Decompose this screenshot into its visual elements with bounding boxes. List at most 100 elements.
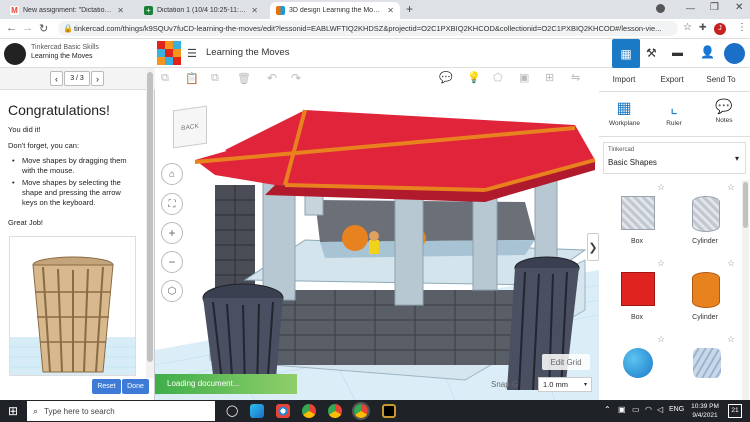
lesson-scrollbar[interactable] bbox=[146, 68, 154, 378]
zoom-out-icon[interactable]: − bbox=[161, 251, 183, 273]
design-title[interactable]: Learning the Moves bbox=[206, 47, 289, 58]
favorite-star-icon[interactable]: ☆ bbox=[727, 258, 735, 269]
shape-box-red[interactable]: Box bbox=[607, 264, 667, 334]
tab-classroom[interactable]: + Dictation 1 (10/4 10:25-11:05) ✕ bbox=[138, 2, 264, 19]
tray-up-icon[interactable]: ⌃ bbox=[604, 405, 611, 414]
snap-grid-select[interactable]: 1.0 mm ▾ bbox=[538, 377, 592, 392]
windows-start-icon[interactable]: ⊞ bbox=[8, 404, 18, 418]
list-item: • Move shapes by selecting the shape and … bbox=[12, 178, 121, 207]
battery-icon[interactable]: ▭ bbox=[632, 405, 640, 414]
shape-box-gray[interactable]: Box bbox=[607, 188, 667, 258]
chrome-icon-2[interactable] bbox=[302, 404, 316, 418]
workplane-canvas[interactable]: ⧉ 📋 ⧉ 🗑 ↶ ↷ 💬 💡 ⬠ ▣ ⊞ ⇋ BACK ⌂ ⛶ + − ⬡ ❯… bbox=[155, 68, 599, 400]
light-icon[interactable]: 💡 bbox=[467, 71, 481, 84]
3d-scene[interactable] bbox=[155, 90, 599, 400]
url-text: tinkercad.com/things/k9SQUv7fuCD-learnin… bbox=[74, 24, 662, 33]
duplicate-icon[interactable]: ⧉ bbox=[211, 72, 219, 85]
task-view-icon[interactable]: ◯ bbox=[226, 404, 238, 417]
box-hole-icon bbox=[621, 196, 655, 230]
undo-icon[interactable]: ↶ bbox=[267, 71, 277, 85]
new-tab-button[interactable]: + bbox=[406, 2, 413, 16]
workplane-tool[interactable]: ▦ Workplane bbox=[609, 98, 640, 127]
close-tab-icon[interactable]: ✕ bbox=[251, 6, 258, 15]
paste-icon[interactable]: 📋 bbox=[185, 72, 199, 85]
shape-cylinder-orange[interactable]: Cylinder bbox=[675, 264, 735, 334]
close-tab-icon[interactable]: ✕ bbox=[117, 6, 124, 15]
edit-grid-button[interactable]: Edit Grid bbox=[542, 354, 590, 370]
lock-icon: 🔒 bbox=[63, 24, 73, 33]
zoom-in-icon[interactable]: + bbox=[161, 222, 183, 244]
perspective-icon[interactable]: ⬡ bbox=[161, 280, 183, 302]
import-button[interactable]: Import bbox=[606, 71, 642, 88]
send-to-button[interactable]: Send To bbox=[702, 71, 740, 88]
comment-icon[interactable]: 💬 bbox=[439, 71, 453, 84]
briefcase-icon[interactable]: ▬ bbox=[672, 47, 683, 59]
favorite-star-icon[interactable]: ☆ bbox=[657, 182, 665, 193]
favorite-star-icon[interactable]: ☆ bbox=[657, 334, 665, 345]
forward-arrow-icon[interactable]: → bbox=[22, 22, 33, 34]
close-tab-icon[interactable]: ✕ bbox=[387, 6, 394, 15]
view-cube[interactable]: BACK bbox=[173, 105, 207, 149]
chrome-icon-active[interactable] bbox=[352, 402, 370, 420]
volume-icon[interactable]: ◁ bbox=[657, 405, 663, 414]
align-icon[interactable]: ⊞ bbox=[545, 71, 554, 84]
chrome-icon-3[interactable] bbox=[328, 404, 342, 418]
back-arrow-icon[interactable]: ← bbox=[6, 22, 17, 34]
wifi-icon[interactable]: ◠ bbox=[645, 405, 652, 414]
notification-badge[interactable]: 21 bbox=[728, 404, 742, 418]
pickaxe-icon[interactable]: ⚒ bbox=[646, 46, 657, 60]
record-icon bbox=[656, 4, 665, 13]
shapes-scrollbar[interactable] bbox=[742, 180, 749, 400]
shape-sphere[interactable] bbox=[607, 340, 667, 400]
star-icon[interactable]: ☆ bbox=[683, 22, 692, 33]
language-indicator[interactable]: ENG bbox=[669, 406, 684, 413]
group-icon[interactable]: ▣ bbox=[519, 71, 529, 84]
window-close-button[interactable]: ✕ bbox=[735, 2, 743, 13]
taskbar-search[interactable]: ⌕ Type here to search bbox=[27, 401, 215, 421]
clock[interactable]: 10:39 PM 9/4/2021 bbox=[690, 402, 720, 420]
library-select[interactable]: Tinkercad Basic Shapes ▾ bbox=[603, 142, 746, 174]
reset-button[interactable]: Reset bbox=[92, 379, 121, 394]
minimize-button[interactable]: — bbox=[686, 3, 695, 13]
ruler-icon: ⌞ bbox=[670, 100, 678, 117]
done-button[interactable]: Done bbox=[122, 379, 149, 394]
shape-icon[interactable]: ⬠ bbox=[493, 71, 503, 84]
home-view-icon[interactable]: ⌂ bbox=[161, 163, 183, 185]
more-menu-icon[interactable]: ⋮ bbox=[737, 22, 747, 33]
add-user-icon[interactable]: 👤 bbox=[700, 45, 715, 59]
mirror-icon[interactable]: ⇋ bbox=[571, 71, 580, 84]
notes-tool[interactable]: 💬 Notes bbox=[709, 98, 739, 124]
fit-view-icon[interactable]: ⛶ bbox=[161, 193, 183, 215]
extensions-icon[interactable]: ✚ bbox=[699, 22, 707, 33]
shape-cylinder-gray[interactable]: Cylinder bbox=[675, 188, 735, 258]
app-icon[interactable] bbox=[382, 404, 396, 418]
next-step-button[interactable]: › bbox=[91, 71, 104, 86]
edge-icon[interactable] bbox=[250, 404, 264, 418]
chrome-icon-1[interactable] bbox=[276, 404, 290, 418]
redo-icon[interactable]: ↷ bbox=[291, 71, 301, 85]
export-button[interactable]: Export bbox=[654, 71, 690, 88]
copy-icon[interactable]: ⧉ bbox=[161, 72, 169, 85]
delete-icon[interactable]: 🗑 bbox=[237, 72, 251, 85]
tray-camera-icon[interactable]: ▣ bbox=[618, 405, 626, 414]
ruler-tool[interactable]: ⌞ Ruler bbox=[659, 98, 689, 127]
3d-view-button[interactable]: ▦ bbox=[612, 39, 640, 68]
shape-scribble[interactable] bbox=[675, 340, 735, 400]
basket-illustration bbox=[10, 256, 135, 375]
tinkercad-logo[interactable] bbox=[157, 41, 181, 66]
maximize-button[interactable]: ❐ bbox=[710, 2, 719, 13]
url-field[interactable]: 🔒 tinkercad.com/things/k9SQUv7fuCD-learn… bbox=[58, 21, 678, 36]
reload-icon[interactable]: ↻ bbox=[39, 22, 48, 35]
step-indicator[interactable]: 3 / 3 bbox=[64, 71, 90, 86]
profile-avatar[interactable]: J bbox=[714, 23, 726, 35]
tab-tinkercad[interactable]: 3D design Learning the Moves | T ✕ bbox=[270, 2, 400, 19]
tab-gmail[interactable]: M New assignment: "Dictation 1 (1( ✕ bbox=[4, 2, 130, 19]
favorite-star-icon[interactable]: ☆ bbox=[727, 182, 735, 193]
favorite-star-icon[interactable]: ☆ bbox=[727, 334, 735, 345]
collapse-panel-handle[interactable]: ❯ bbox=[587, 233, 599, 261]
user-avatar[interactable] bbox=[722, 41, 747, 66]
lesson-image bbox=[9, 236, 136, 376]
design-list-icon[interactable]: ☰ bbox=[187, 47, 197, 60]
favorite-star-icon[interactable]: ☆ bbox=[657, 258, 665, 269]
prev-step-button[interactable]: ‹ bbox=[50, 71, 63, 86]
